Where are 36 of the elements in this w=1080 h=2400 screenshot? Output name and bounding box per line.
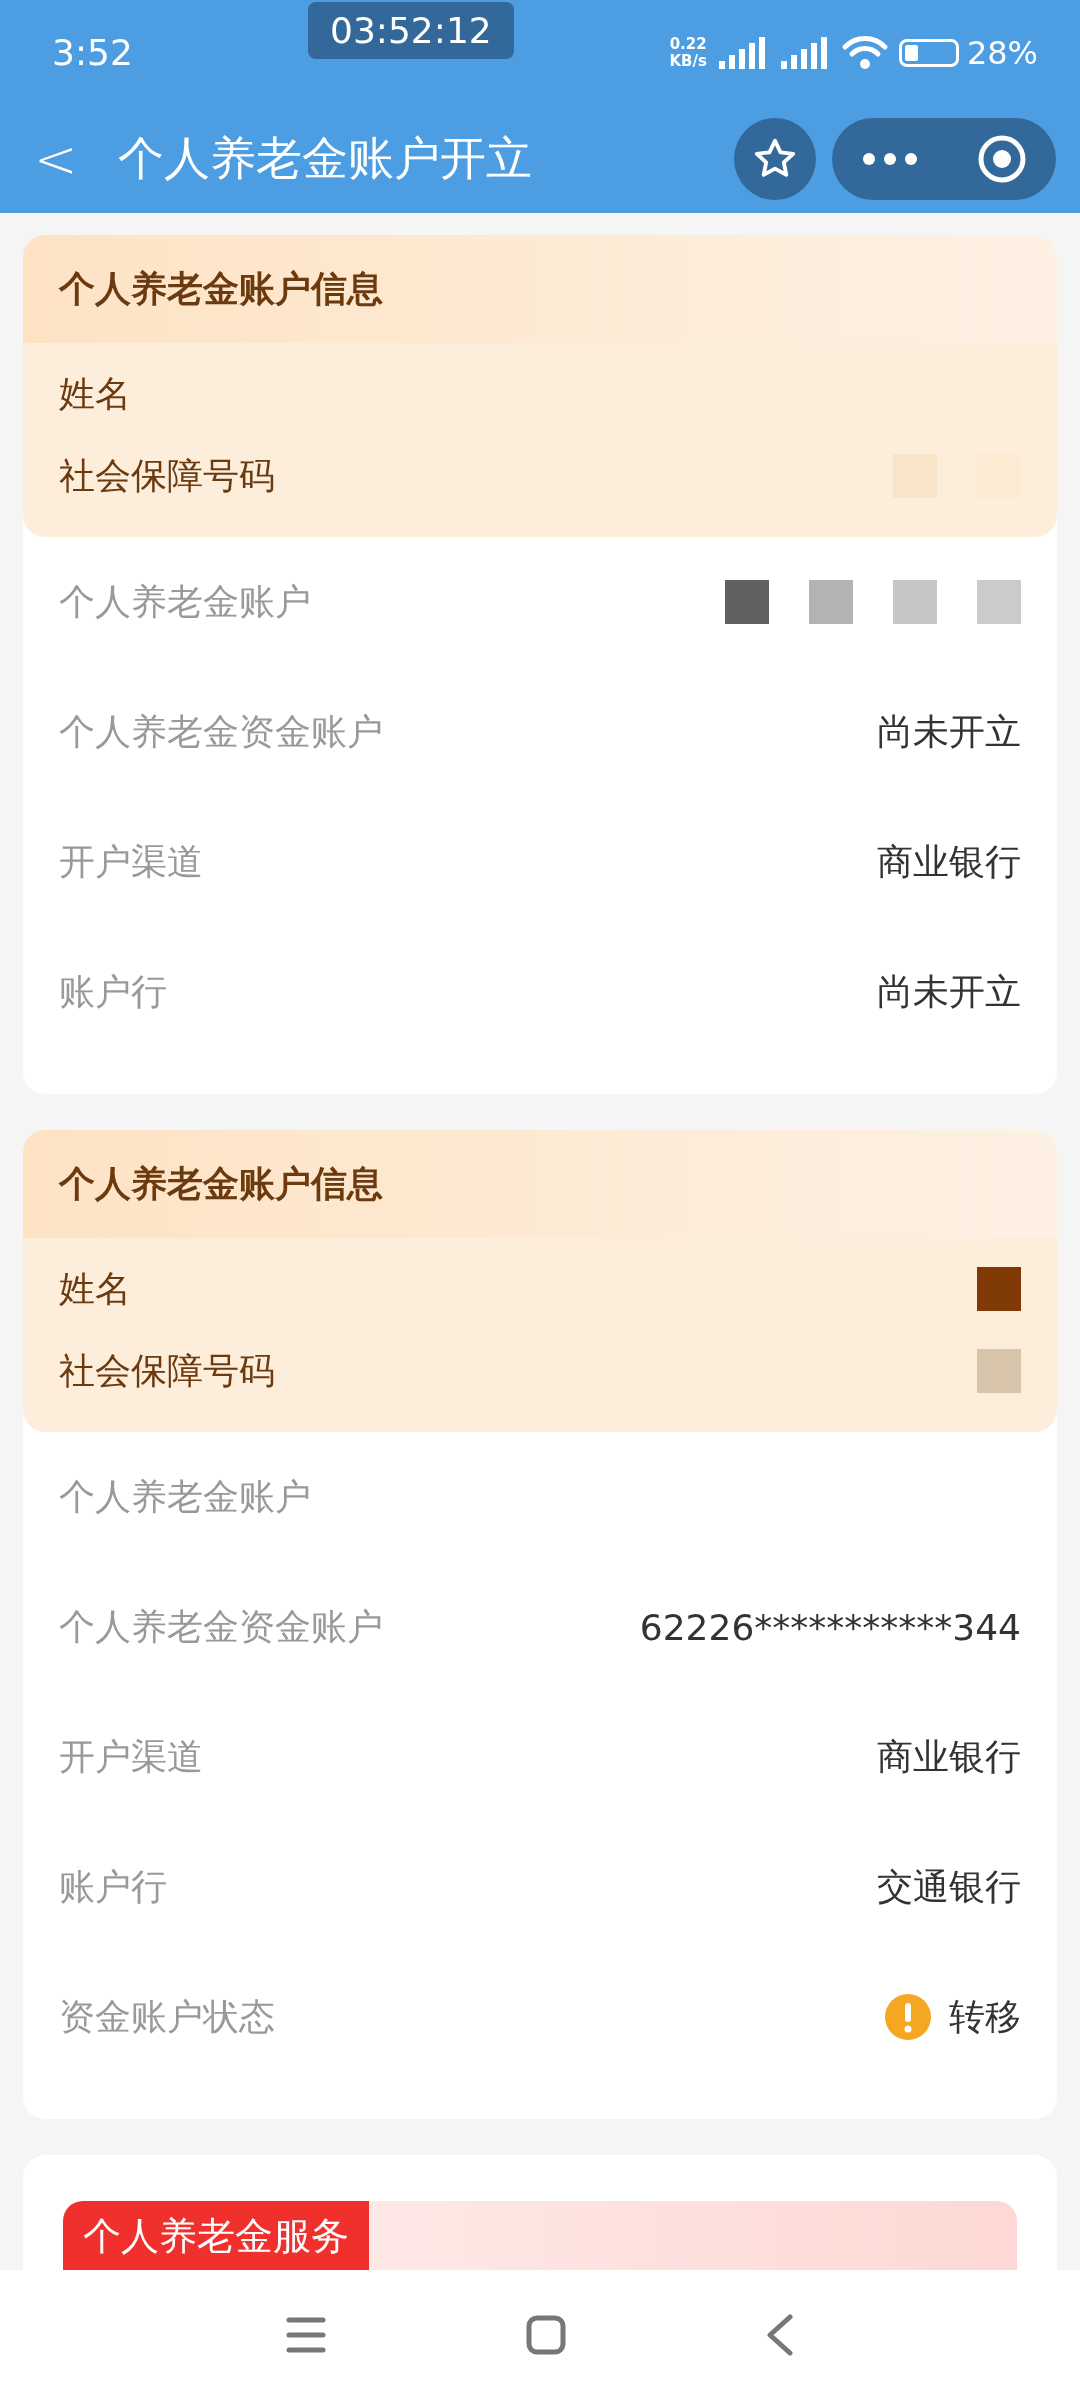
more-icon[interactable] [861,152,918,166]
field-label: 个人养老金账户 [59,1474,311,1519]
menu-icon[interactable] [286,2316,326,2354]
field-label: 个人养老金资金账户 [59,709,383,754]
back-icon[interactable] [766,2314,794,2356]
recording-timer: 03:52:12 [308,2,514,59]
card-title: 个人养老金账户信息 [59,266,383,311]
field-label: 姓名 [59,1266,131,1311]
field-label: 姓名 [59,371,131,416]
back-button[interactable]: < [34,133,78,185]
field-label: 账户行 [59,969,167,1014]
field-label: 社会保障号码 [59,1348,275,1393]
service-tag: 个人养老金服务 [63,2200,369,2272]
field-value: 商业银行 [877,839,1021,884]
field-label: 个人养老金账户 [59,579,311,624]
field-label: 个人养老金资金账户 [59,1604,383,1649]
field-value: 转移 [949,1994,1021,2039]
field-value: 交通银行 [877,1864,1021,1909]
battery-percent: 28% [966,33,1038,72]
battery-icon [898,38,959,67]
page-title: 个人养老金账户开立 [117,130,532,187]
field-label: 开户渠道 [59,839,203,884]
wifi-icon [840,34,889,71]
card-title: 个人养老金账户信息 [59,1161,383,1206]
status-time: 3:52 [52,32,133,73]
field-label: 账户行 [59,1864,167,1909]
network-speed: 0.22 KB/s [669,35,707,70]
field-value: 尚未开立 [877,969,1021,1014]
home-icon[interactable] [526,2315,566,2355]
field-label: 资金账户状态 [59,1994,275,2039]
field-label: 开户渠道 [59,1734,203,1779]
field-value: 商业银行 [877,1734,1021,1779]
field-value: 尚未开立 [877,709,1021,754]
field-label: 社会保障号码 [59,453,275,498]
field-value: 62226***********344 [639,1606,1021,1648]
close-target-icon[interactable] [976,134,1027,184]
